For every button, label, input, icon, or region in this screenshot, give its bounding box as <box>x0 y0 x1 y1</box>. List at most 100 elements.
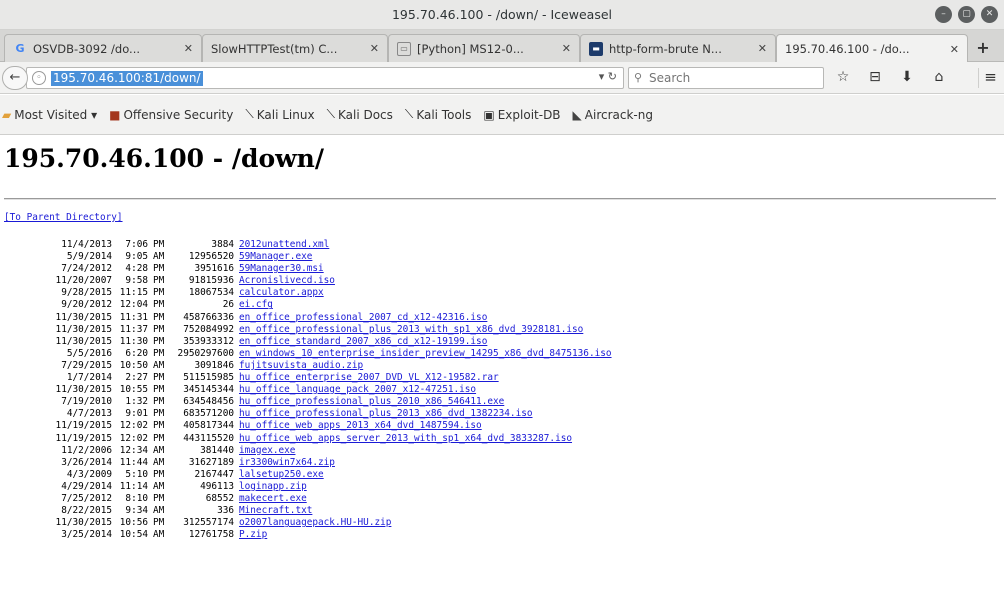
page-title: 195.70.46.100 - /down/ <box>4 144 324 173</box>
file-link[interactable]: o2007languagepack.HU-HU.zip <box>239 517 391 529</box>
bookmark-kali-tools[interactable]: ⟍ Kali Tools <box>405 107 471 122</box>
tab-close-icon[interactable]: ✕ <box>758 42 767 55</box>
file-link[interactable]: makecert.exe <box>239 493 307 505</box>
file-time: 12:02 <box>119 420 148 432</box>
file-time: 9:34 <box>125 505 148 517</box>
home-icon[interactable]: ⌂ <box>930 69 948 85</box>
file-link[interactable]: hu_office_professional_plus_2010_x86_546… <box>239 396 504 408</box>
file-link[interactable]: ir3300win7x64.zip <box>239 457 335 469</box>
tab-http-form-brute[interactable]: ▬ http-form-brute N... ✕ <box>580 34 776 62</box>
minimize-button[interactable]: – <box>935 6 952 23</box>
file-ampm: PM <box>153 492 165 504</box>
search-bar[interactable]: ⚲ <box>628 67 824 89</box>
bookmark-label: Most Visited ▾ <box>14 107 98 122</box>
search-input[interactable] <box>649 70 819 86</box>
bookmark-most-visited[interactable]: ▰ Most Visited ▾ <box>2 108 97 122</box>
file-time: 11:15 <box>119 287 148 299</box>
tab-close-icon[interactable]: ✕ <box>562 42 571 55</box>
globe-icon: ◦ <box>32 71 46 85</box>
file-date: 7/19/2010 <box>61 396 112 408</box>
hamburger-menu-icon[interactable]: ≡ <box>978 68 1002 88</box>
file-size: 12761758 <box>188 529 234 541</box>
file-link[interactable]: hu_office_professional_plus_2013_x86_dvd… <box>239 408 533 420</box>
file-link[interactable]: loginapp.zip <box>239 481 307 493</box>
file-link[interactable]: hu_office_language_pack_2007_x12-47251.i… <box>239 384 476 396</box>
tab-python-ms12[interactable]: ▭ [Python] MS12-0... ✕ <box>388 34 580 62</box>
file-date: 8/22/2015 <box>61 505 112 517</box>
maximize-button[interactable]: ▢ <box>958 6 975 23</box>
url-bar[interactable]: ◦ 195.70.46.100:81/down/ ▾ ↻ <box>26 67 624 89</box>
file-link[interactable]: en_office_professional_plus_2013_with_sp… <box>239 324 583 336</box>
file-link[interactable]: en_windows_10_enterprise_insider_preview… <box>239 348 612 360</box>
file-link[interactable]: hu_office_enterprise_2007_DVD_VL_X12-195… <box>239 372 499 384</box>
file-date: 11/30/2015 <box>55 311 112 323</box>
back-button[interactable]: ← <box>2 66 28 90</box>
page-content: 195.70.46.100 - /down/ [To Parent Direct… <box>0 136 1004 593</box>
file-ampm: PM <box>153 335 165 347</box>
file-ampm: PM <box>153 323 165 335</box>
file-row: 5/5/2016 6:20 PM 2950297600 en_windows_10_en… <box>4 348 612 360</box>
bookmark-exploit-db[interactable]: ▣ Exploit-DB <box>483 108 560 122</box>
url-text[interactable]: 195.70.46.100:81/down/ <box>51 71 203 86</box>
file-date: 5/9/2014 <box>66 251 112 263</box>
bookmark-aircrack-ng[interactable]: ◣ Aircrack-ng <box>573 108 653 122</box>
file-link[interactable]: hu_office_web_apps_server_2013_with_sp1_… <box>239 433 572 445</box>
bookmark-star-icon[interactable]: ☆ <box>834 69 852 85</box>
tab-close-icon[interactable]: ✕ <box>370 42 379 55</box>
file-link[interactable]: en_office_professional_2007_cd_x12-42316… <box>239 312 487 324</box>
file-link[interactable]: hu_office_web_apps_2013_x64_dvd_1487594.… <box>239 420 482 432</box>
tab-close-icon[interactable]: ✕ <box>184 42 193 55</box>
file-ampm: PM <box>153 468 165 480</box>
file-time: 11:30 <box>119 335 148 347</box>
file-ampm: AM <box>153 251 165 263</box>
close-window-button[interactable]: ✕ <box>981 6 998 23</box>
file-row: 4/3/2009 5:10 PM 2167447 lalsetup250.exe <box>4 469 612 481</box>
file-time: 7:06 <box>125 239 148 250</box>
page-icon: ▭ <box>397 41 411 56</box>
file-link[interactable]: fujitsuvista_audio.zip <box>239 360 363 372</box>
window-title: 195.70.46.100 - /down/ - Iceweasel <box>391 7 612 22</box>
bookmark-kali-linux[interactable]: ⟍ Kali Linux <box>245 107 314 122</box>
file-link[interactable]: 59Manager30.msi <box>239 263 324 275</box>
file-size: 496113 <box>200 480 234 492</box>
file-ampm: PM <box>153 311 165 323</box>
file-link[interactable]: Acronislivecd.iso <box>239 275 335 287</box>
file-link[interactable]: P.zip <box>239 529 267 541</box>
parent-directory-link[interactable]: [To Parent Directory] <box>4 212 123 223</box>
bookmark-kali-docs[interactable]: ⟍ Kali Docs <box>327 107 393 122</box>
download-icon[interactable]: ⬇ <box>898 69 916 85</box>
tab-close-icon[interactable]: ✕ <box>950 43 959 56</box>
file-ampm: AM <box>153 359 165 371</box>
file-size: 336 <box>217 505 234 517</box>
file-row: 5/9/2014 9:05 AM 12956520 59Manager.exe <box>4 251 612 263</box>
file-link[interactable]: en_office_standard_2007_x86_cd_x12-19199… <box>239 336 487 348</box>
file-link[interactable]: Minecraft.txt <box>239 505 312 517</box>
file-size: 2950297600 <box>177 347 234 359</box>
file-link[interactable]: 59Manager.exe <box>239 251 312 263</box>
bookmark-offensive-security[interactable]: ■ Offensive Security <box>109 108 233 122</box>
file-date: 9/28/2015 <box>61 287 112 299</box>
reading-list-icon[interactable]: ⊟ <box>866 69 884 85</box>
file-time: 9:58 <box>125 275 148 287</box>
tab-label: http-form-brute N... <box>609 41 722 56</box>
reload-icon[interactable]: ▾ ↻ <box>599 70 617 83</box>
file-time: 8:10 <box>125 492 148 504</box>
file-row: 11/30/2015 11:30 PM 353933312 en_office_stan… <box>4 336 612 348</box>
file-size: 683571200 <box>183 408 234 420</box>
file-link[interactable]: ei.cfg <box>239 299 273 311</box>
file-link[interactable]: calculator.appx <box>239 287 324 299</box>
new-tab-button[interactable]: + <box>970 38 996 60</box>
tab-current[interactable]: 195.70.46.100 - /do... ✕ <box>776 34 968 63</box>
file-link[interactable]: 2012unattend.xml <box>239 239 329 251</box>
file-date: 3/26/2014 <box>61 456 112 468</box>
file-link[interactable]: lalsetup250.exe <box>239 469 324 481</box>
exploitdb-icon: ▣ <box>483 107 495 122</box>
file-size: 91815936 <box>188 275 234 287</box>
file-link[interactable]: imagex.exe <box>239 445 295 457</box>
tab-slowhttptest[interactable]: SlowHTTPTest(tm) C... ✕ <box>202 34 388 62</box>
file-date: 4/3/2009 <box>66 468 112 480</box>
tab-osvdb[interactable]: G OSVDB-3092 /do... ✕ <box>4 34 202 62</box>
file-ampm: PM <box>153 239 165 250</box>
bookmark-label: Exploit-DB <box>497 107 561 122</box>
file-row: 7/19/2010 1:32 PM 634548456 hu_office_profes… <box>4 396 612 408</box>
